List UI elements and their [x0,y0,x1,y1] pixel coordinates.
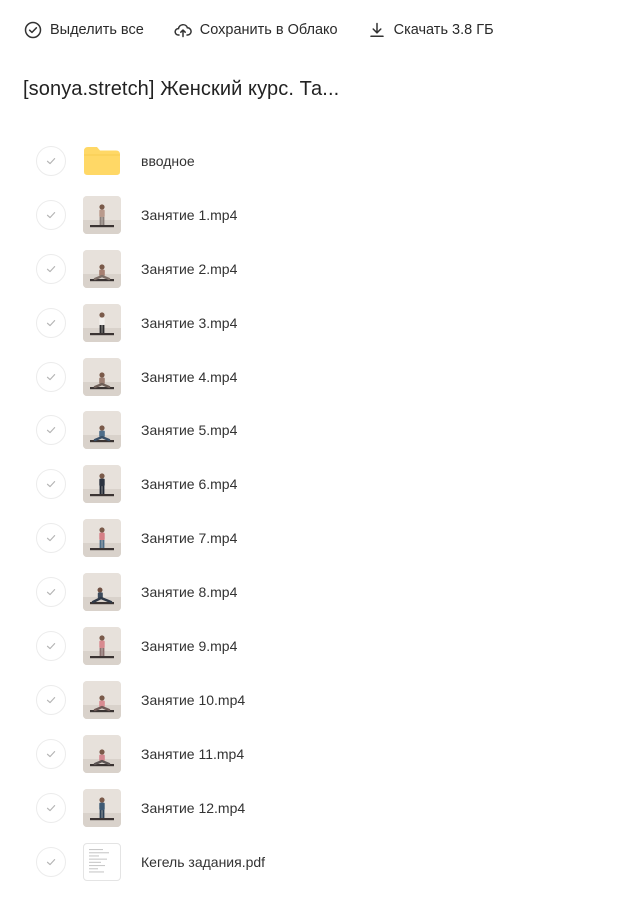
pdf-thumbnail[interactable] [83,842,121,881]
video-thumbnail[interactable] [83,573,121,612]
file-row[interactable]: Занятие 5.mp4 [0,403,625,457]
row-select-checkbox[interactable] [36,846,66,877]
file-name[interactable]: Занятие 5.mp4 [141,422,237,438]
row-select-checkbox[interactable] [36,738,66,769]
file-name[interactable]: Занятие 6.mp4 [141,476,237,492]
row-select-checkbox[interactable] [36,199,66,230]
download-button[interactable]: Скачать 3.8 ГБ [368,21,494,39]
file-row[interactable]: Занятие 9.mp4 [0,619,625,673]
cloud-upload-icon [174,23,192,38]
check-icon [46,535,56,542]
row-select-checkbox[interactable] [36,361,66,392]
file-name[interactable]: Занятие 1.mp4 [141,207,237,223]
check-icon [46,211,56,219]
row-select-checkbox[interactable] [36,523,66,554]
video-thumbnail[interactable] [83,303,121,342]
save-to-cloud-button[interactable]: Сохранить в Облако [174,21,338,39]
check-icon [46,157,56,165]
video-thumbnail[interactable] [83,519,121,558]
file-name[interactable]: вводное [141,153,195,169]
file-row[interactable]: Занятие 2.mp4 [0,242,625,296]
check-icon [46,804,56,811]
file-row[interactable]: Занятие 12.mp4 [0,781,625,835]
file-row[interactable]: Занятие 7.mp4 [0,511,625,565]
check-icon [46,427,56,434]
row-select-checkbox[interactable] [36,415,66,446]
video-thumbnail[interactable] [83,411,121,450]
check-circle-icon [24,21,42,39]
select-all-button[interactable]: Выделить все [24,21,144,39]
video-thumbnail[interactable] [83,357,121,396]
video-thumbnail[interactable] [83,195,121,234]
check-icon [46,642,56,650]
video-thumbnail[interactable] [83,626,121,665]
toolbar: Выделить все Сохранить в Облако Скачать … [0,0,625,60]
file-row[interactable]: Занятие 4.mp4 [0,350,625,404]
file-name[interactable]: Занятие 2.mp4 [141,261,237,277]
check-icon [46,319,56,326]
file-row[interactable]: Занятие 8.mp4 [0,565,625,619]
file-name[interactable]: Занятие 7.mp4 [141,530,237,546]
check-icon [46,481,56,488]
row-select-checkbox[interactable] [36,307,66,338]
file-list: вводное Занятие 1.mp4 Занятие 2.mp4 Занятие… [0,134,625,888]
file-name[interactable]: Занятие 9.mp4 [141,638,237,654]
check-icon [46,589,56,596]
save-to-cloud-label: Сохранить в Облако [199,22,338,38]
row-select-checkbox[interactable] [36,145,66,176]
page-title: [sonya.stretch] Женский курс. Та... [23,78,340,100]
row-select-checkbox[interactable] [36,792,66,823]
file-name[interactable]: Занятие 12.mp4 [141,800,245,816]
file-row[interactable]: Занятие 6.mp4 [0,457,625,511]
row-select-checkbox[interactable] [36,469,66,500]
video-thumbnail[interactable] [83,249,121,288]
download-label: Скачать 3.8 ГБ [393,22,494,38]
file-name[interactable]: Занятие 10.mp4 [141,692,245,708]
file-name[interactable]: Занятие 11.mp4 [141,746,244,762]
video-thumbnail[interactable] [83,680,121,719]
video-thumbnail[interactable] [83,788,121,827]
file-row[interactable]: Занятие 11.mp4 [0,727,625,781]
file-row[interactable]: Кегель задания.pdf [0,835,625,889]
file-row[interactable]: Занятие 1.mp4 [0,188,625,242]
row-select-checkbox[interactable] [36,577,66,608]
select-all-label: Выделить все [50,22,144,38]
download-icon [369,22,384,37]
video-thumbnail[interactable] [83,734,121,773]
file-row[interactable]: вводное [0,134,625,188]
row-select-checkbox[interactable] [36,684,66,715]
file-row[interactable]: Занятие 3.mp4 [0,296,625,350]
check-icon [46,696,56,704]
row-select-checkbox[interactable] [36,253,66,284]
file-row[interactable]: Занятие 10.mp4 [0,673,625,727]
check-icon [46,373,56,380]
file-name[interactable]: Занятие 3.mp4 [141,315,237,331]
check-icon [46,750,56,757]
video-thumbnail[interactable] [83,465,121,504]
file-name[interactable]: Кегель задания.pdf [141,854,265,870]
file-name[interactable]: Занятие 4.mp4 [141,369,237,385]
check-icon [46,265,56,272]
file-name[interactable]: Занятие 8.mp4 [141,584,237,600]
row-select-checkbox[interactable] [36,630,66,661]
folder-icon[interactable] [83,142,121,180]
check-icon [46,858,56,865]
